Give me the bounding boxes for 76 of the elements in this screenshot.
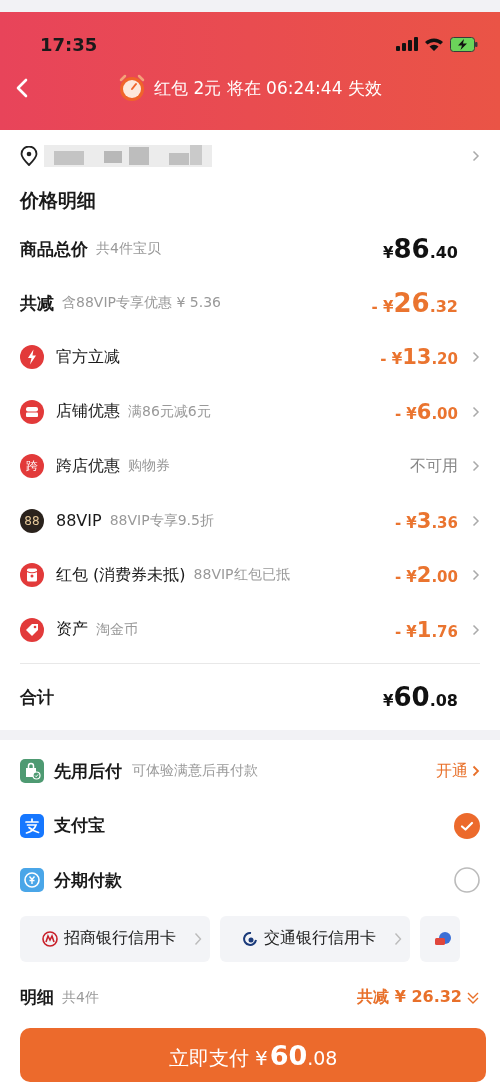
row-note: 淘金币 [96, 620, 138, 639]
payment-option[interactable]: 分期付款 [20, 853, 480, 908]
status-time: 17:35 [40, 33, 98, 55]
bank-logo-icon [434, 930, 452, 947]
bank-logo-icon [42, 930, 58, 947]
detail-label: 明细 [20, 986, 54, 1009]
signal-icon [396, 37, 418, 51]
discount-amount: - ¥2.00 [394, 563, 458, 588]
section-title: 价格明细 [20, 188, 97, 213]
row-note: 共4件宝贝 [96, 240, 161, 258]
wifi-icon [424, 36, 444, 52]
discount-row[interactable]: 店铺优惠 满86元减6元 - ¥6.00 [20, 384, 480, 439]
row-label: 资产 [56, 619, 88, 641]
price-amount: ¥86.40 [383, 234, 458, 264]
credit-card-option[interactable] [420, 915, 460, 962]
chevron-right-icon [472, 514, 480, 527]
payment-option[interactable]: 支付宝 [20, 798, 480, 853]
row-label: 跨店优惠 [56, 455, 120, 477]
bank-logo-icon [242, 930, 258, 947]
chevron-right-icon [194, 931, 202, 946]
back-button[interactable] [16, 78, 28, 98]
discount-amount: - ¥13.20 [380, 345, 458, 370]
payment-label: 支付宝 [54, 814, 105, 838]
row-note: 可体验满意后再付款 [132, 762, 258, 781]
payment-label: 先用后付 [54, 759, 122, 783]
cross-store-badge: 跨 [20, 454, 44, 479]
chevron-right-icon [472, 351, 480, 364]
tag-icon [20, 617, 44, 642]
item-count: 共4件 [62, 988, 99, 1007]
chevron-right-icon [394, 931, 402, 946]
coupon-expiry-notice: 红包 2元 将在 06:24:44 失效 [154, 76, 382, 100]
row-label: 共减 [20, 291, 54, 315]
alipay-icon [20, 813, 44, 838]
location-pin-icon [20, 146, 38, 166]
row-label: 88VIP [56, 511, 102, 531]
row-label: 红包 (消费券未抵) [56, 564, 186, 586]
radio-checked-icon[interactable] [454, 812, 480, 839]
discount-row[interactable]: 跨 跨店优惠 购物券 不可用 [20, 439, 480, 494]
discount-amount: - ¥3.36 [394, 508, 458, 533]
installment-icon [20, 868, 44, 893]
chevron-right-icon [472, 150, 480, 162]
row-label: 商品总价 [20, 237, 88, 261]
lightning-icon [20, 345, 44, 370]
discount-amount: - ¥1.76 [394, 617, 458, 642]
total-amount: ¥60.08 [383, 682, 458, 712]
radio-unchecked-icon[interactable] [454, 867, 480, 894]
alarm-clock-icon [118, 74, 147, 102]
vip-badge: 88 [20, 508, 44, 533]
chevron-right-icon [472, 405, 480, 418]
payment-label: 分期付款 [54, 868, 122, 892]
status-text: 不可用 [410, 455, 458, 477]
chevron-right-icon [472, 460, 480, 473]
double-chevron-down-icon [466, 990, 480, 1005]
row-note: 含88VIP专享优惠 ¥ 5.36 [62, 294, 221, 312]
discount-row[interactable]: 资产 淘金币 - ¥1.76 [20, 602, 480, 657]
discount-amount: - ¥6.00 [394, 399, 458, 424]
row-note: 88VIP专享9.5折 [109, 511, 214, 530]
chevron-right-icon [472, 569, 480, 582]
discount-row[interactable]: 红包 (消费券未抵) 88VIP红包已抵 - ¥2.00 [20, 548, 480, 603]
discount-row[interactable]: 官方立减 - ¥13.20 [20, 330, 480, 385]
row-label: 官方立减 [56, 346, 120, 368]
row-note: 满86元减6元 [128, 402, 211, 421]
discount-row[interactable]: 88 88VIP 88VIP专享9.5折 - ¥3.36 [20, 493, 480, 548]
total-label: 合计 [20, 685, 54, 709]
row-note: 购物券 [128, 457, 170, 476]
row-label: 店铺优惠 [56, 401, 120, 423]
battery-charging-icon [450, 36, 478, 52]
credit-card-option[interactable]: 招商银行信用卡 [20, 915, 210, 962]
shopping-bag-icon [20, 759, 44, 784]
envelope-icon [20, 563, 44, 588]
credit-card-option[interactable]: 交通银行信用卡 [220, 915, 410, 962]
chevron-right-icon [472, 623, 480, 636]
store-icon [20, 399, 44, 424]
chevron-right-icon [472, 765, 480, 778]
row-note: 88VIP红包已抵 [193, 566, 290, 585]
price-amount: - ¥26.32 [371, 288, 458, 318]
